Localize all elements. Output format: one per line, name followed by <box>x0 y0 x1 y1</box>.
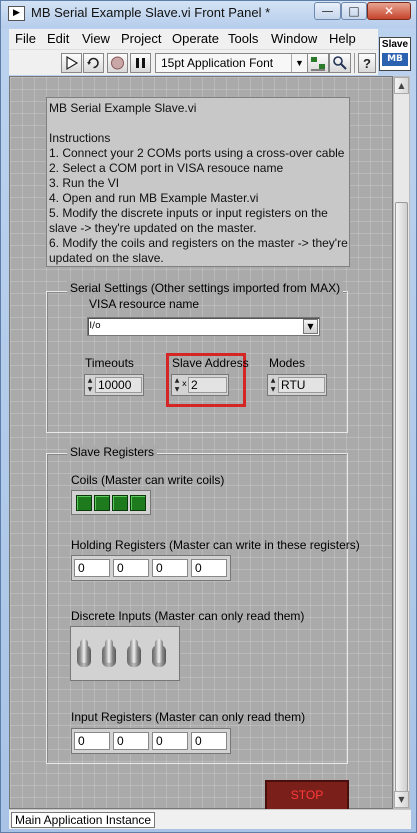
input-register-cell[interactable]: 0 <box>152 732 188 750</box>
holding-registers-array: 0 0 0 0 <box>71 555 231 581</box>
increment-decrement-icon[interactable]: ▲ ▼ <box>86 376 94 394</box>
coil-led[interactable] <box>112 495 128 511</box>
abort-execution-icon[interactable] <box>107 53 128 73</box>
context-help-icon[interactable]: ? <box>358 53 376 73</box>
labview-app-icon[interactable]: ▶ <box>8 6 25 21</box>
toggle-switch-icon[interactable] <box>127 639 141 671</box>
visa-prefix-icon: I/o <box>89 321 101 331</box>
slave-address-control[interactable]: ▲ ▼ x 2 <box>171 374 229 396</box>
increment-decrement-icon[interactable]: ▲ ▼ <box>173 376 181 394</box>
input-register-cell[interactable]: 0 <box>74 732 110 750</box>
input-registers-label: Input Registers (Master can only read th… <box>71 710 306 724</box>
instructions-line: 2. Select a COM port in VISA resouce nam… <box>49 161 284 175</box>
modes-control[interactable]: ▲ ▼ RTU <box>267 374 327 396</box>
run-arrow-icon[interactable] <box>61 53 82 73</box>
holding-register-cell[interactable]: 0 <box>74 559 110 577</box>
chevron-down-icon: ▼ <box>291 54 307 72</box>
instructions-line: slave -> they're updated on the master. <box>49 221 257 235</box>
window-title: MB Serial Example Slave.vi Front Panel * <box>31 5 271 20</box>
menu-bar: File Edit View Project Operate Tools Win… <box>9 29 378 49</box>
input-register-cell[interactable]: 0 <box>191 732 227 750</box>
timeouts-label: Timeouts <box>85 356 134 370</box>
holding-register-cell[interactable]: 0 <box>191 559 227 577</box>
visa-resource-control[interactable]: I/o ▼ <box>87 317 320 336</box>
pause-icon[interactable] <box>130 53 151 73</box>
menu-help[interactable]: Help <box>329 31 356 46</box>
holding-register-cell[interactable]: 0 <box>113 559 149 577</box>
font-selector-value: 15pt Application Font <box>161 56 274 70</box>
modes-value[interactable]: RTU <box>278 377 325 393</box>
maximize-button[interactable]: □ <box>341 2 367 20</box>
toggle-switch-icon[interactable] <box>152 639 166 671</box>
toolbar: 15pt Application Font ▼ ? <box>9 49 378 75</box>
slave-registers-title: Slave Registers <box>67 445 158 459</box>
menu-tools[interactable]: Tools <box>228 31 258 46</box>
input-registers-array: 0 0 0 0 <box>71 728 231 754</box>
coil-led[interactable] <box>130 495 146 511</box>
instructions-line: 4. Open and run MB Example Master.vi <box>49 191 259 205</box>
toggle-switch-icon[interactable] <box>77 639 91 671</box>
application-instance[interactable]: Main Application Instance <box>11 812 156 828</box>
menu-view[interactable]: View <box>82 31 110 46</box>
scroll-down-icon[interactable]: ▼ <box>394 791 409 808</box>
slave-address-label: Slave Address <box>172 356 249 370</box>
coil-led[interactable] <box>76 495 92 511</box>
instructions-text: MB Serial Example Slave.vi Instructions … <box>46 97 350 267</box>
minimize-button[interactable]: — <box>314 2 341 20</box>
instructions-line: updated on the slave. <box>49 251 164 265</box>
timeouts-value[interactable]: 10000 <box>95 377 142 393</box>
instructions-line: 5. Modify the discrete inputs or input r… <box>49 206 328 220</box>
menu-file[interactable]: File <box>15 31 36 46</box>
title-bar[interactable]: ▶ MB Serial Example Slave.vi Front Panel… <box>1 1 416 28</box>
instructions-line: Instructions <box>49 131 111 145</box>
scroll-up-icon[interactable]: ▲ <box>394 77 409 94</box>
slave-address-value[interactable]: 2 <box>188 377 227 393</box>
coils-label: Coils (Master can write coils) <box>71 473 225 487</box>
vertical-scrollbar[interactable]: ▲ ▼ <box>393 76 410 809</box>
menu-operate[interactable]: Operate <box>172 31 219 46</box>
holding-registers-label: Holding Registers (Master can write in t… <box>71 538 360 552</box>
run-continuously-icon[interactable] <box>83 53 104 73</box>
coil-led[interactable] <box>94 495 110 511</box>
radix-indicator: x <box>182 379 187 388</box>
coils-array <box>71 490 151 515</box>
timeouts-control[interactable]: ▲ ▼ 10000 <box>84 374 144 396</box>
toggle-switch-icon[interactable] <box>102 639 116 671</box>
vi-icon-title: Slave <box>381 39 409 50</box>
chevron-down-icon[interactable]: ▼ <box>303 319 318 334</box>
align-objects-icon[interactable] <box>307 53 329 73</box>
input-register-cell[interactable]: 0 <box>113 732 149 750</box>
discrete-inputs-label: Discrete Inputs (Master can only read th… <box>71 609 305 623</box>
menu-edit[interactable]: Edit <box>47 31 69 46</box>
front-panel-window: ▶ MB Serial Example Slave.vi Front Panel… <box>0 0 417 833</box>
toolbar-divider <box>354 53 355 73</box>
close-button[interactable]: ✕ <box>367 2 411 20</box>
discrete-inputs-array <box>70 626 180 681</box>
status-bar: Main Application Instance <box>9 809 411 829</box>
instructions-line: 3. Run the VI <box>49 176 120 190</box>
instructions-line <box>49 116 347 131</box>
svg-text:?: ? <box>363 56 371 71</box>
menu-window[interactable]: Window <box>271 31 317 46</box>
menu-project[interactable]: Project <box>121 31 161 46</box>
vi-icon[interactable]: Slave MB <box>379 37 411 71</box>
serial-settings-title: Serial Settings (Other settings imported… <box>67 281 344 295</box>
instructions-line: MB Serial Example Slave.vi <box>49 101 197 115</box>
visa-resource-label: VISA resource name <box>89 297 200 311</box>
font-selector[interactable]: 15pt Application Font ▼ <box>155 53 308 73</box>
search-icon[interactable] <box>329 53 351 73</box>
holding-register-cell[interactable]: 0 <box>152 559 188 577</box>
scroll-thumb[interactable] <box>395 202 408 792</box>
instructions-line: 6. Modify the coils and registers on the… <box>49 236 348 250</box>
vi-icon-badge: MB <box>382 53 408 66</box>
increment-decrement-icon[interactable]: ▲ ▼ <box>269 376 277 394</box>
instructions-line: 1. Connect your 2 COMs ports using a cro… <box>49 146 345 160</box>
stop-button[interactable]: STOP <box>265 780 349 811</box>
modes-label: Modes <box>269 356 306 370</box>
